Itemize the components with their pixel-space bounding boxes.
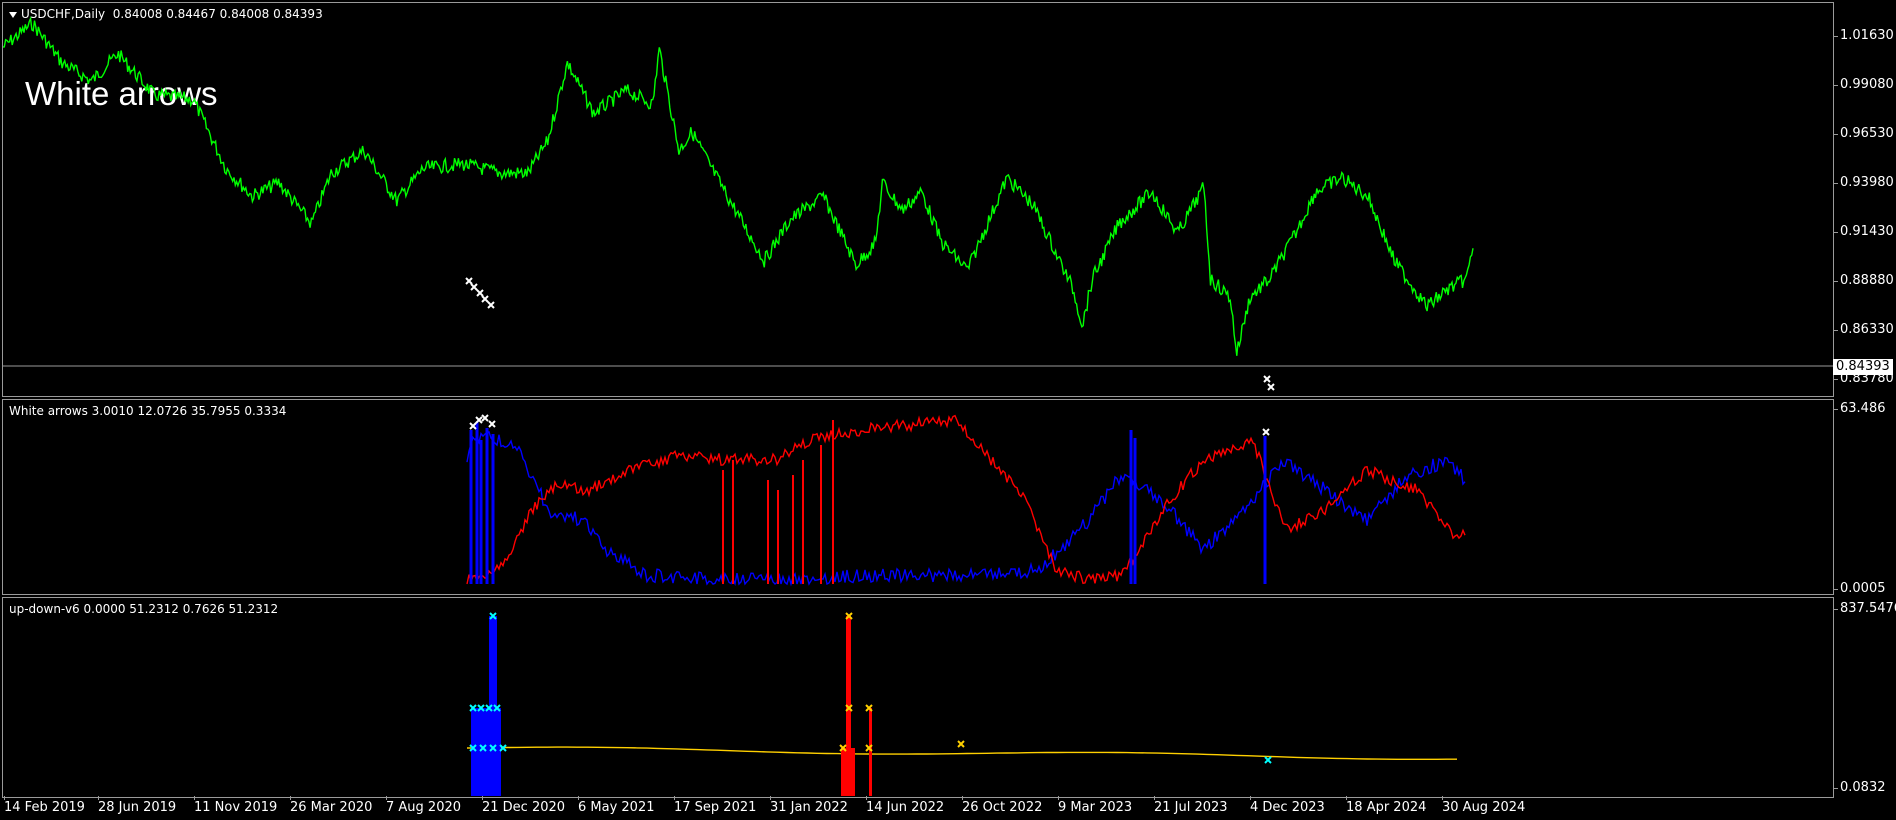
arrow-marker-icon [470, 283, 478, 291]
price-tick: 0.86330 [1833, 322, 1894, 337]
date-tick: 14 Jun 2022 [866, 796, 945, 815]
price-tick: 0.93980 [1833, 175, 1894, 190]
ind1-blue-line [466, 431, 1466, 587]
price-line [3, 15, 1474, 356]
white-arrows-indicator-pane[interactable]: White arrows 3.0010 12.0726 35.7955 0.33… [2, 399, 1834, 595]
current-price-badge: 0.84393 [1833, 359, 1893, 375]
ind1-arrow-icon [481, 414, 489, 422]
ind2-tick: 0.0832 [1833, 780, 1886, 795]
ind1-arrow-icon [488, 420, 496, 428]
ind2-yellow-line [466, 746, 1457, 761]
date-tick: 4 Dec 2023 [1250, 796, 1325, 815]
price-plot [3, 15, 1833, 391]
date-tick: 28 Jun 2019 [98, 796, 177, 815]
date-tick: 7 Aug 2020 [386, 796, 462, 815]
date-tick: 14 Feb 2019 [4, 796, 85, 815]
price-tick: 1.01630 [1833, 28, 1894, 43]
price-tick: 0.99080 [1833, 77, 1894, 92]
up-down-indicator-pane[interactable]: up-down-v6 0.0000 51.2312 0.7626 51.2312 [2, 597, 1834, 798]
arrow-marker-icon [487, 301, 495, 309]
date-tick: 21 Dec 2020 [482, 796, 566, 815]
date-tick: 9 Mar 2023 [1058, 796, 1133, 815]
date-tick: 11 Nov 2019 [194, 796, 278, 815]
price-tick: 0.88880 [1833, 273, 1894, 288]
ind1-arrow-icon [1262, 428, 1270, 436]
price-tick: 0.91430 [1833, 224, 1894, 239]
date-tick: 6 May 2021 [578, 796, 655, 815]
date-tick: 31 Jan 2022 [770, 796, 848, 815]
price-tick: 0.96530 [1833, 126, 1894, 141]
date-tick: 21 Jul 2023 [1154, 796, 1228, 815]
ind2-red-block [841, 748, 855, 796]
date-tick: 26 Oct 2022 [962, 796, 1043, 815]
ind2-yellow-marker-icon [957, 740, 965, 748]
arrow-marker-icon [465, 277, 473, 285]
ind1-tick: 0.0005 [1833, 581, 1886, 596]
ind1-arrow-icon [469, 422, 477, 430]
ind1-tick: 63.486 [1833, 401, 1886, 416]
date-tick: 26 Mar 2020 [290, 796, 373, 815]
date-tick: 17 Sep 2021 [674, 796, 757, 815]
arrow-marker-icon [481, 295, 489, 303]
ind2-red-spike [869, 708, 872, 796]
ind2-tick: 837.5476 [1832, 601, 1896, 616]
arrow-marker-icon [476, 289, 484, 297]
ind2-cyan-marker-icon [1264, 756, 1272, 764]
price-chart-pane[interactable]: USDCHF,Daily 0.84008 0.84467 0.84008 0.8… [2, 2, 1834, 397]
indicator1-plot [466, 414, 1466, 587]
date-tick: 18 Apr 2024 [1346, 796, 1427, 815]
ind1-arrow-icon [475, 416, 483, 424]
date-tick: 30 Aug 2024 [1442, 796, 1526, 815]
arrow-marker-icon [1263, 375, 1271, 383]
arrow-marker-icon [1267, 383, 1275, 391]
indicator2-plot [466, 612, 1457, 796]
